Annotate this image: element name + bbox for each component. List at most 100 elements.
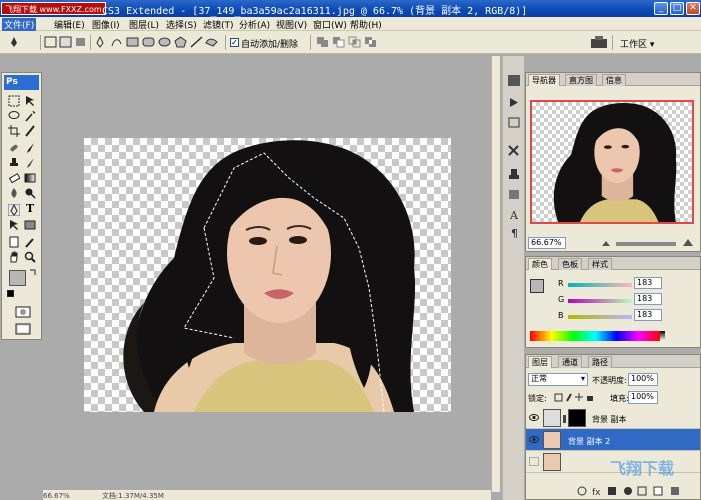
- move-tool-icon[interactable]: [24, 95, 36, 107]
- marquee-tool-icon[interactable]: [8, 95, 20, 107]
- brush-tool-icon[interactable]: [24, 142, 36, 154]
- vertical-scrollbar[interactable]: [491, 56, 500, 492]
- zoom-in-icon[interactable]: [682, 236, 694, 248]
- healing-brush-icon[interactable]: [8, 142, 20, 154]
- navigator-preview[interactable]: [530, 100, 694, 224]
- zoom-tool-icon[interactable]: [24, 251, 36, 263]
- rounded-rectangle-icon[interactable]: [142, 36, 155, 48]
- exclude-path-icon[interactable]: [364, 36, 377, 48]
- auto-add-delete-checkbox[interactable]: ✓: [230, 38, 239, 47]
- slider-b[interactable]: [568, 315, 632, 319]
- clone-source-icon[interactable]: [507, 168, 521, 181]
- quick-mask-icon[interactable]: [15, 306, 31, 318]
- layer-row[interactable]: 背景 副本 2: [526, 429, 700, 451]
- navigator-zoom-slider[interactable]: [616, 242, 676, 246]
- input-g[interactable]: 183: [634, 293, 662, 305]
- shape-layers-icon[interactable]: [44, 36, 57, 48]
- menu-select[interactable]: 选择(S): [166, 18, 197, 31]
- menu-view[interactable]: 视图(V): [276, 18, 307, 31]
- rectangle-shape-icon[interactable]: [126, 36, 139, 48]
- tab-paths[interactable]: 路径: [588, 356, 612, 368]
- default-colors-icon[interactable]: [7, 290, 14, 297]
- layer-actions-icons[interactable]: fx: [576, 485, 696, 497]
- subtract-path-icon[interactable]: [332, 36, 345, 48]
- path-selection-icon[interactable]: [8, 219, 20, 231]
- lasso-tool-icon[interactable]: [8, 110, 20, 122]
- custom-shape-icon[interactable]: [205, 36, 218, 48]
- tab-swatches[interactable]: 色板: [558, 258, 582, 270]
- history-icon[interactable]: [507, 116, 521, 129]
- gradient-tool-icon[interactable]: [24, 172, 36, 184]
- brushes-icon[interactable]: [507, 74, 521, 87]
- eye-placeholder[interactable]: [529, 457, 539, 466]
- rectangle-tool-icon[interactable]: [24, 219, 36, 231]
- eye-icon[interactable]: [529, 413, 539, 422]
- blur-tool-icon[interactable]: [8, 187, 20, 199]
- blend-mode-select[interactable]: 正常 ▾: [528, 373, 588, 386]
- tab-layers[interactable]: 图层: [528, 356, 552, 368]
- maximize-button[interactable]: □: [670, 2, 684, 15]
- layer-row[interactable]: 背景 副本: [526, 407, 700, 429]
- foreground-color-swatch[interactable]: [9, 270, 26, 286]
- notes-tool-icon[interactable]: [8, 236, 20, 248]
- dodge-tool-icon[interactable]: [24, 187, 36, 199]
- paragraph-icon[interactable]: A: [507, 208, 521, 221]
- tool-presets-icon[interactable]: [507, 144, 521, 157]
- close-button[interactable]: ✕: [686, 2, 700, 15]
- intersect-path-icon[interactable]: [348, 36, 361, 48]
- hand-tool-icon[interactable]: [8, 251, 20, 263]
- clone-stamp-icon[interactable]: [8, 157, 20, 169]
- menu-image[interactable]: 图像(I): [92, 18, 120, 31]
- slider-r[interactable]: [568, 283, 632, 287]
- eyedropper-icon[interactable]: [24, 236, 36, 248]
- menu-analysis[interactable]: 分析(A): [239, 18, 270, 31]
- menu-file[interactable]: 文件(F): [2, 18, 37, 31]
- minimize-button[interactable]: _: [654, 2, 668, 15]
- menu-layer[interactable]: 图层(L): [129, 18, 159, 31]
- polygon-shape-icon[interactable]: [174, 36, 187, 48]
- tab-navigator[interactable]: 导航器: [528, 74, 560, 86]
- menu-filter[interactable]: 滤镜(T): [203, 18, 234, 31]
- character-icon[interactable]: ¶: [507, 226, 521, 239]
- paths-icon[interactable]: [59, 36, 72, 48]
- tab-info[interactable]: 信息: [602, 74, 626, 86]
- type-tool-icon[interactable]: T: [26, 203, 38, 215]
- screen-mode-icon[interactable]: [15, 323, 31, 335]
- color-spectrum[interactable]: [530, 331, 660, 341]
- workspace-menu[interactable]: 工作区 ▾: [620, 37, 654, 50]
- input-r[interactable]: 183: [634, 277, 662, 289]
- menu-edit[interactable]: 编辑(E): [54, 18, 85, 31]
- freeform-pen-icon[interactable]: [110, 36, 123, 48]
- input-b[interactable]: 183: [634, 309, 662, 321]
- slice-tool-icon[interactable]: [24, 125, 36, 137]
- tab-histogram[interactable]: 直方图: [565, 74, 597, 86]
- ellipse-shape-icon[interactable]: [158, 36, 171, 48]
- zoom-out-icon[interactable]: [601, 238, 611, 248]
- lock-options-icon[interactable]: [554, 392, 594, 402]
- actions-icon[interactable]: [507, 96, 521, 109]
- swap-colors-icon[interactable]: [29, 268, 38, 277]
- menu-help[interactable]: 帮助(H): [350, 18, 382, 31]
- eye-icon[interactable]: [529, 435, 539, 444]
- layer-comps-icon[interactable]: [507, 188, 521, 201]
- history-brush-icon[interactable]: [24, 157, 36, 169]
- color-ramp-bw[interactable]: [660, 331, 665, 341]
- pen-mode-icon[interactable]: [94, 36, 107, 48]
- color-fg-swatch[interactable]: [530, 279, 544, 293]
- slider-g[interactable]: [568, 299, 632, 303]
- line-shape-icon[interactable]: [190, 36, 203, 48]
- bridge-icon[interactable]: [590, 35, 608, 49]
- tab-channels[interactable]: 通道: [558, 356, 582, 368]
- tab-color[interactable]: 颜色: [528, 258, 552, 270]
- eraser-tool-icon[interactable]: [8, 172, 20, 184]
- menu-window[interactable]: 窗口(W): [313, 18, 347, 31]
- pen-tool-icon[interactable]: [8, 204, 20, 216]
- tab-styles[interactable]: 样式: [588, 258, 612, 270]
- document-canvas[interactable]: [84, 138, 451, 412]
- pen-tool-icon[interactable]: [8, 36, 21, 48]
- opacity-field[interactable]: 100%: [628, 373, 658, 386]
- fill-pixels-icon[interactable]: [74, 36, 87, 48]
- magic-wand-icon[interactable]: [24, 110, 36, 122]
- crop-tool-icon[interactable]: [8, 125, 20, 137]
- add-to-path-icon[interactable]: [316, 36, 329, 48]
